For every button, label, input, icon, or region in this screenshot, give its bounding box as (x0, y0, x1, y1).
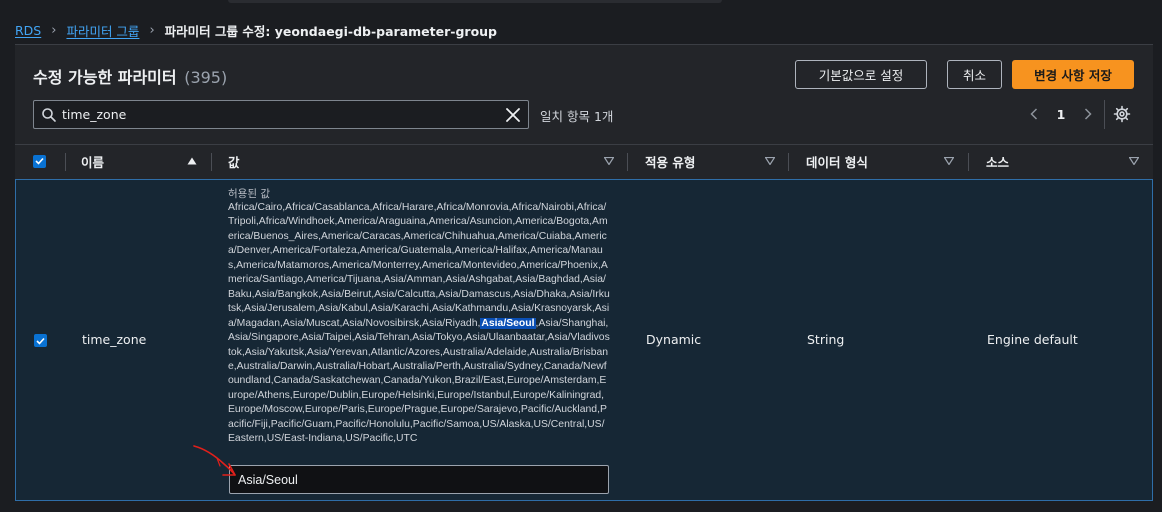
chevron-right-icon: › (149, 22, 155, 38)
allowed-values-before: Africa/Cairo,Africa/Casablanca,Africa/Ha… (228, 202, 610, 329)
parameter-count: (395) (184, 68, 228, 87)
reset-default-button[interactable]: 기본값으로 설정 (795, 60, 927, 89)
current-page[interactable]: 1 (1041, 107, 1081, 122)
source: Engine default (987, 332, 1078, 347)
search-query[interactable]: time_zone (62, 107, 126, 122)
checkbox-checked-icon (33, 154, 46, 168)
allowed-values-highlight: Asia/Seoul (480, 317, 536, 329)
chevron-right-icon: › (51, 22, 57, 38)
column-header-value[interactable]: 값 (228, 145, 240, 177)
sort-descending-icon[interactable] (765, 157, 775, 165)
column-divider (968, 153, 969, 171)
breadcrumb-current: 파라미터 그룹 수정: yeondaegi-db-parameter-group (164, 23, 498, 39)
select-all-checkbox[interactable] (33, 145, 46, 177)
column-header-name[interactable]: 이름 (81, 145, 104, 177)
match-count: 일치 항목 1개 (540, 109, 614, 124)
cancel-button[interactable]: 취소 (947, 60, 1002, 89)
save-changes-button[interactable]: 변경 사항 저장 (1012, 60, 1134, 89)
column-header-data-type[interactable]: 데이터 형식 (806, 145, 868, 177)
table-header: 이름 값 적용 유형 데이터 형식 소스 (15, 144, 1153, 176)
allowed-values-label: 허용된 값 (228, 188, 270, 200)
allowed-values-list: Africa/Cairo,Africa/Casablanca,Africa/Ha… (228, 201, 610, 447)
divider (1104, 100, 1105, 129)
chevron-right-icon[interactable] (1081, 104, 1095, 124)
parameter-name: time_zone (82, 332, 147, 347)
sort-descending-icon[interactable] (604, 157, 614, 165)
column-divider (65, 153, 66, 171)
column-divider (211, 153, 212, 171)
gear-icon[interactable] (1113, 105, 1131, 123)
search-icon (42, 108, 56, 122)
chevron-left-icon[interactable] (1027, 104, 1041, 124)
apply-type: Dynamic (646, 332, 702, 347)
allowed-values-after: ,Asia/Shanghai,Asia/Singapore,Asia/Taipe… (228, 317, 610, 445)
value-input[interactable] (229, 465, 609, 494)
parameters-panel: 수정 가능한 파라미터 (395) 기본값으로 설정 취소 변경 사항 저장 t… (15, 44, 1153, 501)
search-input[interactable]: time_zone (33, 100, 529, 129)
annotation-arrow-icon (193, 445, 236, 476)
page-title: 수정 가능한 파라미터 (395) (33, 64, 227, 88)
breadcrumb-parameter-groups[interactable]: 파라미터 그룹 (66, 21, 139, 40)
table-row[interactable]: time_zone 허용된 값 Africa/Cairo,Africa/Casa… (15, 179, 1153, 501)
checkbox-checked-icon (36, 337, 45, 345)
panel-title: 수정 가능한 파라미터 (33, 68, 177, 87)
column-divider (788, 153, 789, 171)
window-top-strip (228, 0, 722, 3)
sort-descending-icon[interactable] (944, 157, 954, 165)
pagination: 1 (1027, 104, 1095, 124)
breadcrumb: RDS › 파라미터 그룹 › 파라미터 그룹 수정: yeondaegi-db… (15, 20, 497, 40)
column-header-apply-type[interactable]: 적용 유형 (645, 145, 695, 177)
sort-ascending-icon[interactable] (187, 157, 197, 165)
clear-icon[interactable] (504, 106, 522, 124)
breadcrumb-rds[interactable]: RDS (15, 23, 41, 38)
column-divider (627, 153, 628, 171)
column-header-source[interactable]: 소스 (986, 145, 1009, 177)
row-checkbox[interactable] (34, 334, 47, 347)
sort-descending-icon[interactable] (1129, 157, 1139, 165)
data-type: String (807, 332, 845, 347)
